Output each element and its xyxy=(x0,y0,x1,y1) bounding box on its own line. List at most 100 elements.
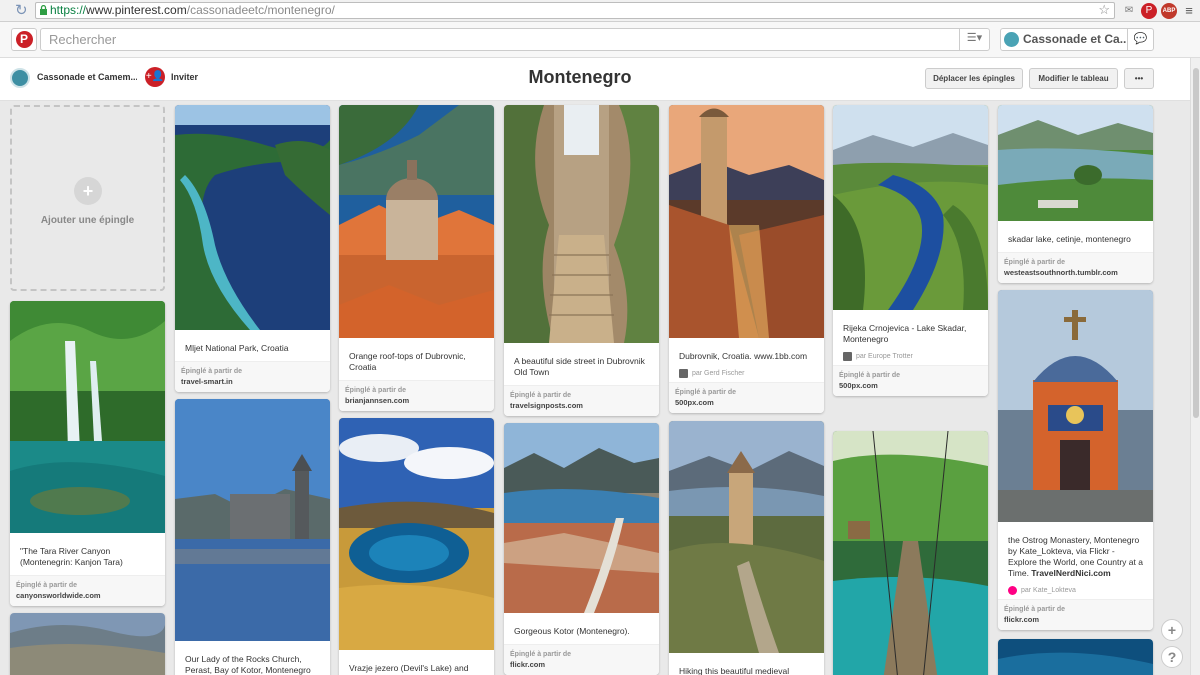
pin-card[interactable]: Mljet National Park, Croatia Épinglé à p… xyxy=(175,105,330,392)
pin-card[interactable]: A beautiful side street in Dubrovnik Old… xyxy=(504,105,659,416)
pin-card[interactable]: Dubrovnik, Croatia. www.1bb.com par Gerd… xyxy=(669,105,824,413)
pin-card[interactable] xyxy=(833,431,988,675)
pin-image xyxy=(669,105,824,338)
invite-link[interactable]: Inviter xyxy=(171,72,198,82)
url-path: /cassonadeetc/montenegro/ xyxy=(186,3,335,17)
pin-source-domain: westeastsouthnorth.tumblr.com xyxy=(1004,268,1118,277)
pin-source-domain: flickr.com xyxy=(510,660,546,669)
help-button[interactable]: ? xyxy=(1161,646,1183,668)
pin-source[interactable]: Épinglé à partir de westeastsouthnorth.t… xyxy=(998,252,1153,283)
user-profile-button[interactable]: Cassonade et Ca... xyxy=(1000,28,1128,51)
pin-image xyxy=(833,105,988,310)
pin-attribution[interactable]: par Kate_Lokteva xyxy=(998,586,1153,599)
pin-image xyxy=(998,290,1153,522)
pin-card[interactable]: Our Lady of the Rocks Church, Perast, Ba… xyxy=(175,399,330,675)
pin-source-domain: 500px.com xyxy=(839,381,878,390)
pin-source-domain: flickr.com xyxy=(1004,615,1040,624)
search-input[interactable]: Rechercher ☰▾ xyxy=(40,28,990,51)
pin-card[interactable] xyxy=(10,613,165,675)
pin-card[interactable]: Hiking this beautiful medieval xyxy=(669,421,824,675)
pin-description: Rijeka Crnojevica - Lake Skadar, Montene… xyxy=(843,323,967,344)
pin-image xyxy=(669,421,824,653)
add-pin-label: Ajouter une épingle xyxy=(40,215,135,226)
user-name: Cassonade et Ca... xyxy=(1023,32,1128,46)
pinterest-ext-icon[interactable]: P xyxy=(1141,3,1157,19)
pin-image xyxy=(504,423,659,613)
pin-source-label: Épinglé à partir de xyxy=(16,582,78,589)
pin-source[interactable]: Épinglé à partir de brianjannsen.com xyxy=(339,380,494,411)
pin-source-domain: travelsignposts.com xyxy=(510,401,583,410)
scrollbar-thumb[interactable] xyxy=(1193,68,1199,418)
pin-description-link[interactable]: TravelNerdNici.com xyxy=(1031,568,1110,578)
pin-attribution-text: par Europe Trotter xyxy=(856,353,913,360)
edit-board-button[interactable]: Modifier le tableau xyxy=(1029,68,1118,89)
pin-image xyxy=(504,105,659,343)
address-bar[interactable]: https://www.pinterest.com/cassonadeetc/m… xyxy=(35,2,1115,19)
invite-icon[interactable]: +👤 xyxy=(145,67,165,87)
pin-image xyxy=(998,639,1153,675)
mail-icon[interactable]: ✉ xyxy=(1121,3,1137,19)
pin-description: the Ostrog Monastery, Montenegro by Kate… xyxy=(998,527,1153,586)
pin-card[interactable]: skadar lake, cetinje, montenegro Épinglé… xyxy=(998,105,1153,283)
pin-source-label: Épinglé à partir de xyxy=(345,387,407,394)
pin-source[interactable]: Épinglé à partir de canyonsworldwide.com xyxy=(10,575,165,606)
pin-card[interactable]: Vrazje jezero (Devil's Lake) and Riblje … xyxy=(339,418,494,675)
pin-attribution[interactable]: par Gerd Fischer xyxy=(669,369,824,382)
adblock-icon[interactable]: ABP xyxy=(1161,3,1177,19)
add-pin-fab-button[interactable]: + xyxy=(1161,619,1183,641)
pin-source-label: Épinglé à partir de xyxy=(510,392,572,399)
pin-attribution[interactable]: par Europe Trotter xyxy=(833,352,988,365)
scrollbar[interactable] xyxy=(1190,58,1200,675)
url-scheme: https:// xyxy=(50,3,87,17)
pin-source-label: Épinglé à partir de xyxy=(181,368,243,375)
pin-image xyxy=(339,105,494,338)
pin-card[interactable]: Gorgeous Kotor (Montenegro). Épinglé à p… xyxy=(504,423,659,675)
pin-source[interactable]: Épinglé à partir de 500px.com xyxy=(833,365,988,396)
pin-source-domain: 500px.com xyxy=(675,398,714,407)
pin-card[interactable]: the Ostrog Monastery, Montenegro by Kate… xyxy=(998,290,1153,630)
pin-source-label: Épinglé à partir de xyxy=(839,372,901,379)
pin-description: skadar lake, cetinje, montenegro xyxy=(1008,234,1131,244)
pin-source[interactable]: Épinglé à partir de 500px.com xyxy=(669,382,824,413)
pin-image xyxy=(833,431,988,675)
pin-description: Mljet National Park, Croatia xyxy=(185,343,289,353)
avatar xyxy=(1004,32,1019,47)
pin-card[interactable]: "The Tara River Canyon (Montenegrin: Kan… xyxy=(10,301,165,606)
attribution-icon xyxy=(679,369,688,378)
attribution-icon xyxy=(843,352,852,361)
browser-menu-icon[interactable]: ≡ xyxy=(1181,3,1197,19)
pin-source[interactable]: Épinglé à partir de travelsignposts.com xyxy=(504,385,659,416)
pin-image xyxy=(175,105,330,330)
pin-source[interactable]: Épinglé à partir de travel-smart.in xyxy=(175,361,330,392)
pin-image xyxy=(998,105,1153,221)
pin-source-domain: brianjannsen.com xyxy=(345,396,410,405)
search-placeholder: Rechercher xyxy=(49,32,117,47)
pin-image xyxy=(10,613,165,675)
pin-grid: + Ajouter une épingle "The Tara River Ca… xyxy=(0,101,1190,675)
pin-description: "The Tara River Canyon (Montenegrin: Kan… xyxy=(20,546,123,567)
pinterest-header: P Rechercher ☰▾ Cassonade et Ca... 💬 xyxy=(0,22,1200,58)
pin-card[interactable]: Orange roof-tops of Dubrovnic, Croatia É… xyxy=(339,105,494,411)
pin-card[interactable]: Rijeka Crnojevica - Lake Skadar, Montene… xyxy=(833,105,988,396)
pinterest-logo-icon: P xyxy=(15,31,33,48)
board-owner-name[interactable]: Cassonade et Camem... xyxy=(37,72,137,82)
pin-card[interactable] xyxy=(998,639,1153,675)
search-menu-icon[interactable]: ☰▾ xyxy=(959,28,989,51)
page-title: Montenegro xyxy=(528,67,632,87)
board-owner-avatar[interactable] xyxy=(10,68,30,88)
plus-icon: + xyxy=(74,177,102,205)
bookmark-star-icon[interactable]: ☆ xyxy=(1098,2,1110,17)
pin-description: Hiking this beautiful medieval xyxy=(679,666,790,675)
pin-source[interactable]: Épinglé à partir de flickr.com xyxy=(504,644,659,675)
messages-icon[interactable]: 💬 xyxy=(1127,28,1154,51)
add-pin-button[interactable]: + Ajouter une épingle xyxy=(10,105,165,291)
pin-source[interactable]: Épinglé à partir de flickr.com xyxy=(998,599,1153,630)
pin-description: A beautiful side street in Dubrovnik Old… xyxy=(514,356,645,377)
pin-image xyxy=(339,418,494,650)
reload-icon[interactable]: ↻ xyxy=(15,3,31,19)
more-options-button[interactable]: ••• xyxy=(1124,68,1154,89)
pin-source-domain: travel-smart.in xyxy=(181,377,233,386)
move-pins-button[interactable]: Déplacer les épingles xyxy=(925,68,1023,89)
pin-description: Dubrovnik, Croatia. www.1bb.com xyxy=(679,351,808,361)
pinterest-logo-button[interactable]: P xyxy=(11,28,37,51)
